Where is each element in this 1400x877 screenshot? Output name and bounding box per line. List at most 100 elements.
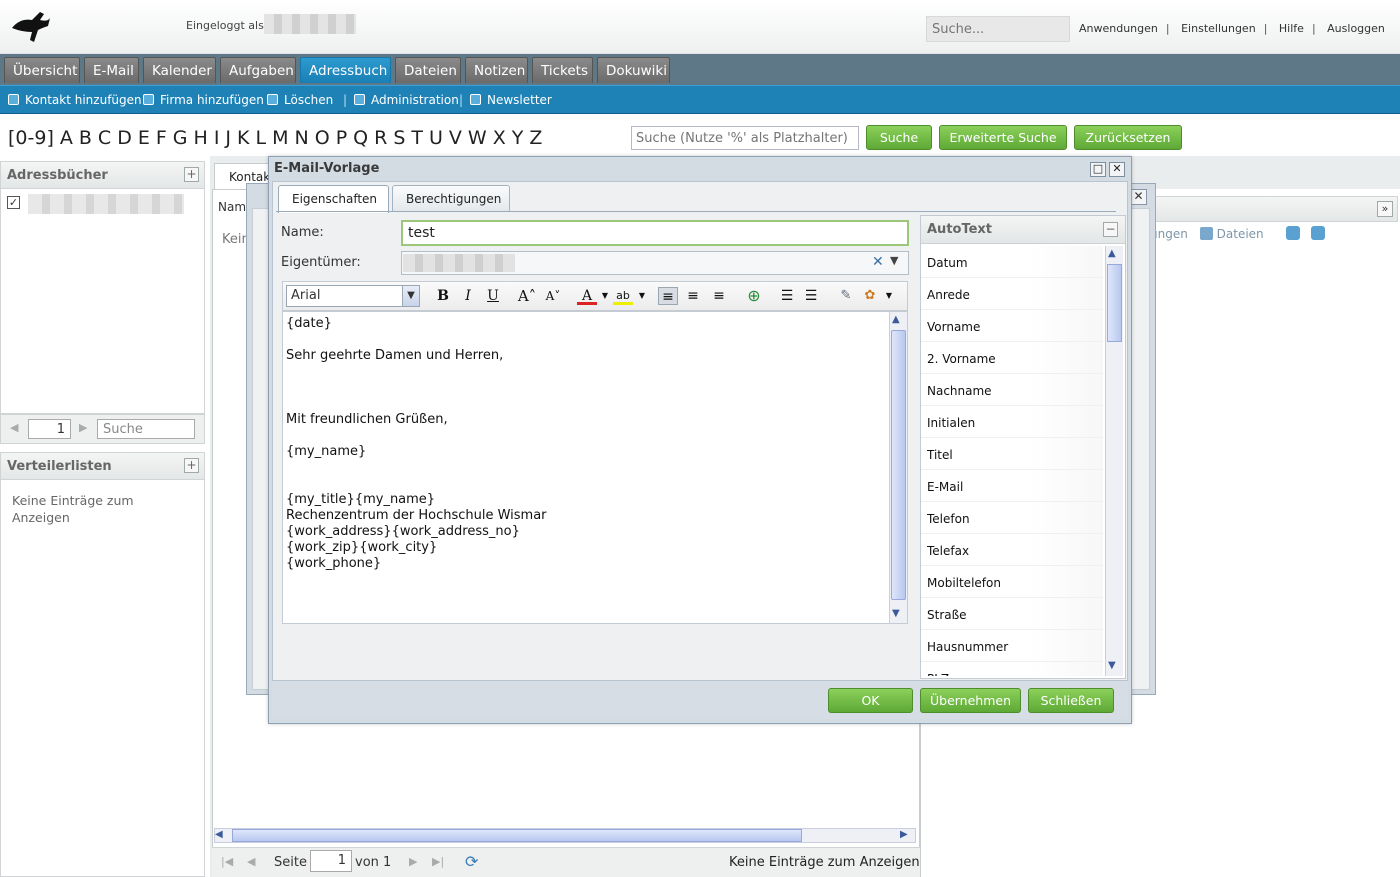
add-company-button[interactable]: Firma hinzufügen xyxy=(143,93,264,107)
alphabet-letter[interactable]: M xyxy=(272,127,288,149)
editor-line[interactable] xyxy=(286,396,866,412)
editor-line[interactable] xyxy=(286,364,866,380)
italic-icon[interactable]: I xyxy=(458,287,478,305)
link-settings[interactable]: Einstellungen xyxy=(1181,22,1256,35)
autotext-item[interactable]: Nachname xyxy=(921,374,1103,406)
add-distribution-list-button[interactable]: + xyxy=(184,458,199,473)
ordered-list-icon[interactable]: ☰ xyxy=(777,287,797,305)
detail-files-button[interactable]: Dateien xyxy=(1217,227,1264,241)
addressbooks-page-input[interactable]: 1 xyxy=(28,419,71,439)
administration-button[interactable]: Administration xyxy=(354,93,459,107)
advanced-search-button[interactable]: Erweiterte Suche xyxy=(939,125,1067,150)
scroll-up-icon[interactable]: ▲ xyxy=(892,314,900,325)
chevron-down-icon[interactable]: ▼ xyxy=(595,287,615,305)
search-button[interactable]: Suche xyxy=(866,125,932,150)
editor-line[interactable] xyxy=(286,380,866,396)
refresh-icon[interactable] xyxy=(1285,226,1300,240)
autotext-item[interactable]: Initialen xyxy=(921,406,1103,438)
autotext-item[interactable]: PLZ xyxy=(921,662,1103,676)
add-contact-button[interactable]: Kontakt hinzufügen xyxy=(8,93,142,107)
maximize-icon[interactable]: □ xyxy=(1090,162,1106,177)
newsletter-button[interactable]: Newsletter xyxy=(470,93,552,107)
alphabet-letter[interactable]: N xyxy=(295,127,309,149)
autotext-item[interactable]: Telefon xyxy=(921,502,1103,534)
alphabet-letter[interactable]: J xyxy=(225,127,231,149)
tab-email[interactable]: E-Mail xyxy=(84,57,139,83)
alphabet-letter[interactable]: K xyxy=(237,127,249,149)
scroll-down-icon[interactable]: ▼ xyxy=(892,608,900,619)
last-page-icon[interactable]: ▶| xyxy=(432,855,444,868)
contact-search-input[interactable] xyxy=(631,126,859,150)
scroll-right-icon[interactable]: ▶ xyxy=(900,829,908,840)
alphabet-letter[interactable]: W xyxy=(468,127,487,149)
horizontal-scroll-thumb[interactable] xyxy=(232,829,802,842)
next-page-icon[interactable]: ▶ xyxy=(79,421,87,434)
autotext-item[interactable]: 2. Vorname xyxy=(921,342,1103,374)
autotext-item[interactable]: Titel xyxy=(921,438,1103,470)
font-color-icon[interactable]: A xyxy=(577,287,597,305)
increase-font-icon[interactable]: A˄ xyxy=(517,287,537,305)
tab-tasks[interactable]: Aufgaben xyxy=(220,57,296,83)
chevron-down-icon[interactable]: ▼ xyxy=(402,286,419,306)
alphabet-letter[interactable]: O xyxy=(315,127,330,149)
editor-line[interactable]: Sehr geehrte Damen und Herren, xyxy=(286,348,866,364)
collapse-icon[interactable]: − xyxy=(1103,222,1118,237)
autotext-item[interactable]: Telefax xyxy=(921,534,1103,566)
prev-page-icon[interactable]: ◀ xyxy=(247,855,255,868)
autotext-item[interactable]: E-Mail xyxy=(921,470,1103,502)
expand-icon[interactable]: » xyxy=(1377,201,1393,217)
alphabet-letter[interactable]: A xyxy=(60,127,73,149)
editor-line[interactable] xyxy=(286,460,866,476)
alphabet-letter[interactable]: L xyxy=(256,127,267,149)
alphabet-letter[interactable]: E xyxy=(138,127,150,149)
align-left-icon[interactable]: ≡ xyxy=(658,287,678,305)
tab-notes[interactable]: Notizen xyxy=(465,57,528,83)
decrease-font-icon[interactable]: A˅ xyxy=(543,287,563,305)
autotext-item[interactable]: Hausnummer xyxy=(921,630,1103,662)
editor-line[interactable] xyxy=(286,428,866,444)
autotext-item[interactable]: Datum xyxy=(921,246,1103,278)
editor-line[interactable]: {work_zip}{work_city} xyxy=(286,540,866,556)
autotext-scroll-thumb[interactable] xyxy=(1107,264,1122,342)
link-logout[interactable]: Ausloggen xyxy=(1327,22,1385,35)
next-page-icon[interactable]: ▶ xyxy=(409,855,417,868)
close-button[interactable]: Schließen xyxy=(1028,688,1114,713)
chevron-down-icon[interactable]: ▼ xyxy=(879,287,899,305)
alphabet-letter[interactable]: T xyxy=(411,127,423,149)
chevron-down-icon[interactable]: ▼ xyxy=(632,287,652,305)
autotext-item[interactable]: Anrede xyxy=(921,278,1103,310)
link-applications[interactable]: Anwendungen xyxy=(1079,22,1158,35)
apply-button[interactable]: Übernehmen xyxy=(920,688,1021,713)
align-center-icon[interactable]: ≡ xyxy=(683,287,703,305)
editor-line[interactable]: {my_title}{my_name} xyxy=(286,492,866,508)
tab-permissions[interactable]: Berechtigungen xyxy=(392,185,510,212)
editor-scroll-thumb[interactable] xyxy=(891,330,906,600)
alphabet-letter[interactable]: I xyxy=(214,127,220,149)
editor-line[interactable]: Rechenzentrum der Hochschule Wismar xyxy=(286,508,866,524)
editor-line[interactable]: {work_address}{work_address_no} xyxy=(286,524,866,540)
scroll-down-icon[interactable]: ▼ xyxy=(1108,660,1116,671)
alphabet-letter[interactable]: P xyxy=(336,127,347,149)
print-icon[interactable] xyxy=(1311,226,1326,240)
alphabet-letter[interactable]: G xyxy=(173,127,188,149)
tab-properties[interactable]: Eigenschaften xyxy=(278,185,389,213)
alphabet-letter[interactable]: X xyxy=(493,127,506,149)
editor-line[interactable]: Mit freundlichen Grüßen, xyxy=(286,412,866,428)
addressbooks-search-input[interactable]: Suche xyxy=(97,419,195,439)
highlight-color-icon[interactable]: ab xyxy=(613,287,633,305)
close-icon[interactable]: ✕ xyxy=(1109,162,1125,177)
addressbook-checkbox[interactable]: ✓ xyxy=(7,196,20,209)
global-search-input[interactable] xyxy=(926,16,1070,42)
font-family-select[interactable]: Arial xyxy=(286,285,420,307)
alphabet-letter[interactable]: R xyxy=(374,127,387,149)
tab-files[interactable]: Dateien xyxy=(395,57,461,83)
alphabet-letter[interactable]: D xyxy=(117,127,132,149)
unordered-list-icon[interactable]: ☰ xyxy=(801,287,821,305)
autotext-item[interactable]: Vorname xyxy=(921,310,1103,342)
scroll-up-icon[interactable]: ▲ xyxy=(1108,248,1116,259)
image-icon[interactable]: ✿ xyxy=(860,287,880,305)
link-icon[interactable]: ⊕ xyxy=(744,287,764,305)
close-icon[interactable]: ✕ xyxy=(1130,189,1147,205)
template-body-text[interactable]: {date} Sehr geehrte Damen und Herren, Mit … xyxy=(286,316,866,572)
editor-line[interactable] xyxy=(286,476,866,492)
